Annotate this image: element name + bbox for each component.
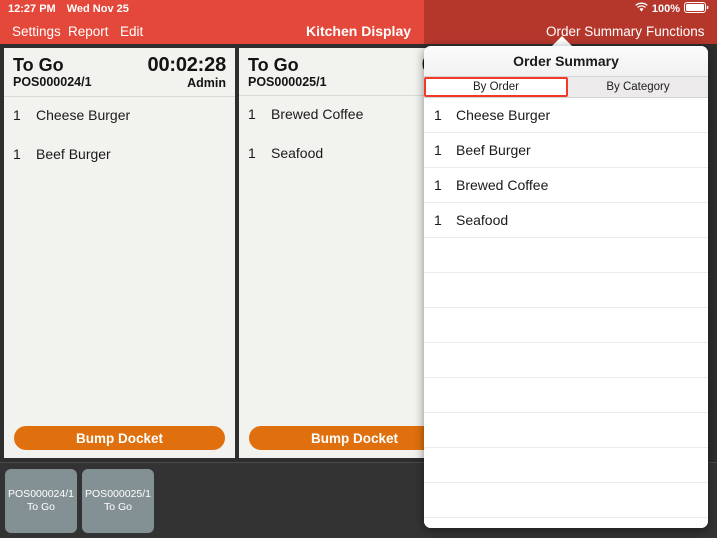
docket-footer: Bump Docket <box>4 420 235 458</box>
nav-button-settings[interactable]: Settings <box>12 18 61 44</box>
popover-title: Order Summary <box>424 46 708 76</box>
status-date: Wed Nov 25 <box>66 3 129 15</box>
docket-item-name: Brewed Coffee <box>271 106 364 122</box>
tray-tile[interactable]: POS000024/1 To Go <box>5 468 77 533</box>
docket-item[interactable]: 1 Beef Burger <box>4 143 235 182</box>
segment-by-category[interactable]: By Category <box>568 77 708 97</box>
docket-header: To Go POS000024/1 00:02:28 Admin <box>4 48 235 97</box>
summary-row-empty <box>424 413 708 448</box>
order-summary-list: 1 Cheese Burger 1 Beef Burger 1 Brewed Coff… <box>424 98 708 528</box>
wifi-icon <box>635 2 648 16</box>
summary-row-empty <box>424 518 708 528</box>
summary-row-empty <box>424 483 708 518</box>
battery-percent-label: 100% <box>651 3 680 15</box>
tray-tile-reference: POS000024/1 <box>8 487 74 500</box>
summary-row-qty: 1 <box>434 212 442 228</box>
summary-row-empty <box>424 308 708 343</box>
summary-row-empty <box>424 238 708 273</box>
summary-row-qty: 1 <box>434 107 442 123</box>
summary-row-name: Beef Burger <box>456 142 531 158</box>
summary-row-empty <box>424 448 708 483</box>
docket-reference: POS000024/1 <box>13 75 92 89</box>
nav-bar: Kitchen Display Settings Report Edit Ord… <box>0 18 717 44</box>
docket-order-type: To Go <box>248 55 299 75</box>
tray-tile-order-type: To Go <box>26 500 55 513</box>
nav-button-report[interactable]: Report <box>68 18 109 44</box>
summary-row-qty: 1 <box>434 142 442 158</box>
tray-tile[interactable]: POS000025/1 To Go <box>82 468 154 533</box>
summary-row[interactable]: 1 Cheese Burger <box>424 98 708 133</box>
docket-user: Admin <box>187 76 226 90</box>
tray-tile-reference: POS000025/1 <box>85 487 151 500</box>
tray-tile-order-type: To Go <box>103 500 132 513</box>
nav-button-edit[interactable]: Edit <box>120 18 143 44</box>
status-time: 12:27 PM <box>8 3 56 15</box>
docket-timer: 00:02:28 <box>147 54 227 76</box>
docket-order-type: To Go <box>13 55 64 75</box>
summary-row-qty: 1 <box>434 177 442 193</box>
summary-row[interactable]: 1 Seafood <box>424 203 708 238</box>
summary-row-empty <box>424 378 708 413</box>
battery-full-icon <box>684 2 709 16</box>
summary-mode-segmented-control: By Order By Category <box>424 76 708 98</box>
kitchen-display-app: 12:27 PM Wed Nov 25 100% Kitchen Display… <box>0 0 717 538</box>
docket-reference: POS000025/1 <box>248 75 327 89</box>
summary-row[interactable]: 1 Beef Burger <box>424 133 708 168</box>
docket-item-qty: 1 <box>13 146 21 162</box>
summary-row-empty <box>424 343 708 378</box>
docket-item[interactable]: 1 Cheese Burger <box>4 104 235 143</box>
docket-item-list: 1 Cheese Burger 1 Beef Burger <box>4 97 235 420</box>
bump-docket-button[interactable]: Bump Docket <box>14 426 225 450</box>
summary-row[interactable]: 1 Brewed Coffee <box>424 168 708 203</box>
docket-item-qty: 1 <box>248 106 256 122</box>
summary-row-name: Cheese Burger <box>456 107 551 123</box>
status-right-group: 100% <box>635 0 709 18</box>
docket-item-name: Beef Burger <box>36 146 111 162</box>
summary-row-name: Brewed Coffee <box>456 177 549 193</box>
docket-item-qty: 1 <box>248 145 256 161</box>
docket-item-name: Cheese Burger <box>36 107 131 123</box>
order-summary-popover: Order Summary By Order By Category 1 Chee… <box>424 46 708 528</box>
docket-card[interactable]: To Go POS000024/1 00:02:28 Admin 1 Chees… <box>4 48 235 458</box>
segment-by-order[interactable]: By Order <box>424 77 568 97</box>
nav-button-functions[interactable]: Functions <box>646 18 705 44</box>
docket-item-qty: 1 <box>13 107 21 123</box>
top-chrome: 12:27 PM Wed Nov 25 100% Kitchen Display… <box>0 0 717 44</box>
summary-row-empty <box>424 273 708 308</box>
summary-row-name: Seafood <box>456 212 509 228</box>
docket-item-name: Seafood <box>271 145 324 161</box>
status-bar: 12:27 PM Wed Nov 25 100% <box>0 0 717 18</box>
